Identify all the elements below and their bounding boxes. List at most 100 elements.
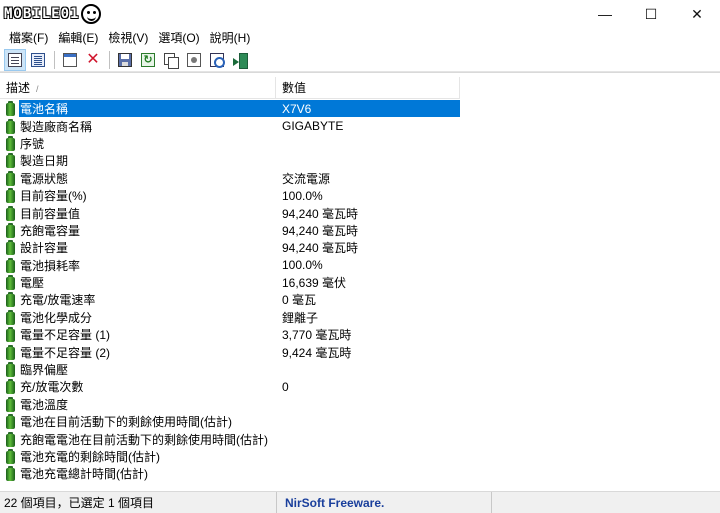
save-button[interactable] [114, 49, 136, 71]
copy-icon [164, 52, 179, 69]
cell-value: 交流電源 [276, 170, 460, 187]
column-header-value-label: 數值 [282, 81, 307, 95]
list-row[interactable]: 充電/放電速率 0 毫瓦 [0, 291, 720, 308]
close-button[interactable]: ✕ [674, 0, 720, 28]
status-bar: 22 個項目，已選定 1 個項目 NirSoft Freeware. http:… [0, 491, 720, 513]
list-row[interactable]: 電量不足容量 (2) 9,424 毫瓦時 [0, 343, 720, 360]
cell-description: 電源狀態 [0, 170, 276, 187]
row-value-text: 鋰離子 [282, 310, 319, 325]
column-header-description[interactable]: 描述 / [0, 77, 276, 99]
battery-list-view[interactable]: 描述 / 數值 電池名稱 X7V6 製造廠商名稱 GIGABYTE 序號製造日期 電源狀態 交… [0, 72, 720, 491]
delete-button[interactable]: ✕ [82, 49, 104, 71]
row-description-text: 充/放電次數 [20, 380, 84, 395]
report-button[interactable] [206, 49, 228, 71]
row-description-text: 充電/放電速率 [20, 293, 96, 308]
cell-value: 100.0% [276, 187, 460, 204]
cell-value [276, 152, 460, 169]
cell-value: X7V6 [276, 100, 460, 118]
cell-description: 電量不足容量 (1) [0, 326, 276, 343]
row-description-text: 充飽電容量 [20, 223, 81, 238]
battery-icon [6, 292, 15, 308]
list-row[interactable]: 電池名稱 X7V6 [0, 100, 720, 118]
list-row[interactable]: 充飽電容量 94,240 毫瓦時 [0, 222, 720, 239]
list-row[interactable]: 電池溫度 [0, 396, 720, 413]
cell-value [276, 396, 460, 413]
row-description-text: 電池化學成分 [20, 310, 93, 325]
menu-options[interactable]: 選項(O) [153, 28, 204, 48]
row-value-text: 94,240 毫瓦時 [282, 223, 359, 238]
list-row[interactable]: 電池化學成分 鋰離子 [0, 309, 720, 326]
window-controls: — ☐ ✕ [582, 0, 720, 28]
battery-icon [6, 188, 15, 204]
battery-icon [6, 327, 15, 343]
list-view-button[interactable] [27, 49, 49, 71]
list-row[interactable]: 充飽電電池在目前活動下的剩餘使用時間(估計) [0, 430, 720, 447]
menu-help[interactable]: 說明(H) [205, 28, 256, 48]
row-description-text: 電池名稱 [20, 100, 69, 118]
list-row[interactable]: 電池在目前活動下的剩餘使用時間(估計) [0, 413, 720, 430]
row-description-text: 目前容量(%) [20, 189, 87, 204]
minimize-button[interactable]: — [582, 0, 628, 28]
nirsoft-link[interactable]: NirSoft Freeware. http://www.nirsoft.net [277, 491, 492, 513]
list-row[interactable]: 電量不足容量 (1) 3,770 毫瓦時 [0, 326, 720, 343]
cell-description: 電壓 [0, 274, 276, 291]
properties-button[interactable] [183, 49, 205, 71]
cell-description: 充/放電次數 [0, 378, 276, 395]
sort-indicator-icon: / [36, 84, 39, 94]
row-value-text: 100.0% [282, 258, 323, 273]
list-row[interactable]: 電池充電總計時間(估計) [0, 465, 720, 482]
html-report-button[interactable] [4, 48, 26, 71]
cell-description: 電池充電的剩餘時間(估計) [0, 448, 276, 465]
cell-value [276, 361, 460, 378]
list-row[interactable]: 序號 [0, 135, 720, 152]
menu-edit[interactable]: 編輯(E) [53, 28, 103, 48]
cell-description: 電池名稱 [0, 100, 276, 118]
cell-description: 序號 [0, 135, 276, 152]
battery-icon [6, 344, 15, 360]
list-row[interactable]: 臨界偏壓 [0, 361, 720, 378]
menu-file[interactable]: 檔案(F) [4, 28, 53, 48]
list-row[interactable]: 電壓 16,639 毫伏 [0, 274, 720, 291]
refresh-icon: ↻ [141, 52, 155, 67]
battery-icon [6, 240, 15, 256]
refresh-button[interactable]: ↻ [137, 49, 159, 71]
maximize-button[interactable]: ☐ [628, 0, 674, 28]
exit-button[interactable] [229, 49, 251, 71]
row-value-text: 16,639 毫伏 [282, 276, 347, 291]
logo-face-icon [81, 4, 102, 24]
list-row[interactable]: 目前容量(%) 100.0% [0, 187, 720, 204]
list-row[interactable]: 電池損耗率 100.0% [0, 257, 720, 274]
list-row[interactable]: 製造廠商名稱 GIGABYTE [0, 117, 720, 134]
row-value-text: 9,424 毫瓦時 [282, 345, 352, 360]
row-description-text: 製造日期 [20, 154, 69, 169]
window-button[interactable] [59, 49, 81, 71]
battery-icon [6, 118, 15, 134]
cell-value: 100.0% [276, 257, 460, 274]
cell-description: 電池化學成分 [0, 309, 276, 326]
cell-description: 電量不足容量 (2) [0, 343, 276, 360]
list-row[interactable]: 電源狀態 交流電源 [0, 170, 720, 187]
cell-value: 3,770 毫瓦時 [276, 326, 460, 343]
cell-value: 94,240 毫瓦時 [276, 239, 460, 256]
row-description-text: 目前容量值 [20, 206, 81, 221]
status-item-count: 22 個項目，已選定 1 個項目 [0, 491, 277, 513]
toolbar-separator [109, 50, 110, 69]
list-row[interactable]: 製造日期 [0, 152, 720, 169]
list-row[interactable]: 充/放電次數 0 [0, 378, 720, 395]
row-description-text: 充飽電電池在目前活動下的剩餘使用時間(估計) [20, 432, 268, 447]
row-description-text: 電池充電總計時間(估計) [20, 467, 148, 482]
row-value-text: X7V6 [282, 101, 312, 116]
list-row[interactable]: 設計容量 94,240 毫瓦時 [0, 239, 720, 256]
html-report-icon [8, 52, 22, 67]
column-header-value[interactable]: 數值 [276, 77, 460, 99]
list-row[interactable]: 電池充電的剩餘時間(估計) [0, 448, 720, 465]
copy-button[interactable] [160, 49, 182, 71]
menu-view[interactable]: 檢視(V) [103, 28, 153, 48]
column-header-description-label: 描述 [6, 81, 31, 95]
list-row[interactable]: 目前容量值 94,240 毫瓦時 [0, 204, 720, 221]
window-icon [63, 52, 77, 67]
cell-description: 充飽電電池在目前活動下的剩餘使用時間(估計) [0, 430, 276, 447]
row-value-text: 94,240 毫瓦時 [282, 241, 359, 256]
row-description-text: 電量不足容量 (1) [20, 328, 111, 343]
cell-description: 製造廠商名稱 [0, 117, 276, 134]
